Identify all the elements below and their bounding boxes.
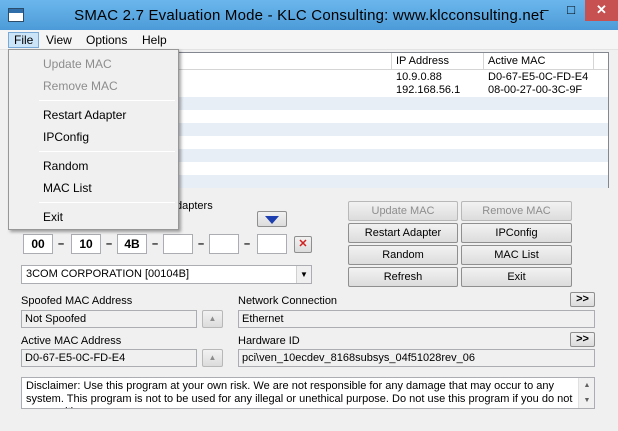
restart-adapter-button[interactable]: Restart Adapter — [348, 223, 458, 243]
menu-item-remove-mac: Remove MAC — [43, 79, 118, 93]
file-menu-dropdown: Update MAC Remove MAC Restart Adapter IP… — [8, 49, 179, 230]
menu-options[interactable]: Options — [81, 32, 132, 48]
spoofed-mac-field: Not Spoofed — [21, 310, 197, 328]
adapter-mac: 08-00-27-00-3C-9F — [488, 84, 583, 96]
mac-octet-2[interactable]: 10 — [71, 234, 101, 254]
close-button[interactable]: ✕ — [585, 0, 618, 21]
menu-item-random[interactable]: Random — [10, 156, 177, 176]
menu-item-mac-list[interactable]: MAC List — [10, 178, 177, 198]
triangle-up-icon: ▲ — [208, 353, 217, 362]
chevron-down-icon[interactable]: ▼ — [296, 266, 311, 283]
ipconfig-button[interactable]: IPConfig — [461, 223, 572, 243]
menu-item-ipconfig[interactable]: IPConfig — [10, 127, 177, 147]
menu-file[interactable]: File — [8, 32, 40, 48]
triangle-down-icon — [265, 216, 279, 224]
hardware-id-field: pci\ven_10ecdev_8168subsys_04f51028rev_0… — [238, 349, 595, 367]
hardware-id-label: Hardware ID — [238, 335, 300, 347]
col-header-ip[interactable]: IP Address — [392, 53, 484, 70]
octet-separator: – — [105, 238, 113, 250]
title-bar[interactable]: SMAC 2.7 Evaluation Mode - KLC Consultin… — [0, 0, 618, 30]
minimize-button[interactable]: – — [532, 0, 558, 21]
update-mac-button[interactable]: Update MAC — [348, 201, 458, 221]
mac-octet-4[interactable] — [163, 234, 193, 254]
octet-separator: – — [197, 238, 205, 250]
mac-octet-1[interactable]: 00 — [23, 234, 53, 254]
remove-mac-button[interactable]: Remove MAC — [461, 201, 572, 221]
disclaimer-scrollbar[interactable]: ▲ ▼ — [578, 378, 594, 408]
adapters-caption: dapters — [176, 200, 213, 212]
octet-separator: – — [57, 238, 65, 250]
disclaimer-text: Disclaimer: Use this program at your own… — [26, 380, 573, 408]
active-mac-field: D0-67-E5-0C-FD-E4 — [21, 349, 197, 367]
disclaimer-box[interactable]: Disclaimer: Use this program at your own… — [21, 377, 595, 409]
adapter-ip: 10.9.0.88 — [396, 71, 442, 83]
app-window: SMAC 2.7 Evaluation Mode - KLC Consultin… — [0, 0, 618, 431]
clear-mac-button[interactable]: ✕ — [294, 236, 312, 253]
spoofed-mac-up-button[interactable]: ▲ — [202, 310, 223, 328]
network-connection-label: Network Connection — [238, 295, 338, 307]
mac-octet-3[interactable]: 4B — [117, 234, 147, 254]
network-connection-expand-button[interactable]: >> — [570, 292, 595, 307]
menu-bar: File View Options Help — [0, 30, 618, 50]
mac-list-button[interactable]: MAC List — [461, 245, 572, 265]
menu-item-exit[interactable]: Exit — [10, 207, 177, 227]
menu-separator — [39, 151, 175, 152]
menu-item-update-mac: Update MAC — [43, 57, 112, 71]
refresh-button[interactable]: Refresh — [348, 267, 458, 287]
scroll-up-icon[interactable]: ▲ — [579, 378, 594, 393]
maximize-button[interactable]: □ — [558, 0, 584, 21]
spoofed-mac-label: Spoofed MAC Address — [21, 295, 133, 307]
network-connection-field: Ethernet — [238, 310, 595, 328]
octet-separator: – — [151, 238, 159, 250]
mac-octet-6[interactable] — [257, 234, 287, 254]
adapter-ip: 192.168.56.1 — [396, 84, 461, 96]
hardware-id-expand-button[interactable]: >> — [570, 332, 595, 347]
menu-help[interactable]: Help — [137, 32, 172, 48]
mac-vendor-toggle-button[interactable] — [257, 211, 287, 227]
active-mac-up-button[interactable]: ▲ — [202, 349, 223, 367]
mac-octet-5[interactable] — [209, 234, 239, 254]
vendor-select-value: 3COM CORPORATION [00104B] — [26, 268, 190, 280]
col-header-mac[interactable]: Active MAC — [484, 53, 594, 70]
triangle-up-icon: ▲ — [208, 314, 217, 323]
menu-view[interactable]: View — [41, 32, 77, 48]
exit-button[interactable]: Exit — [461, 267, 572, 287]
scroll-down-icon[interactable]: ▼ — [579, 393, 594, 408]
random-button[interactable]: Random — [348, 245, 458, 265]
octet-separator: – — [243, 238, 251, 250]
menu-item-restart-adapter[interactable]: Restart Adapter — [10, 105, 177, 125]
menu-separator — [39, 202, 175, 203]
active-mac-label: Active MAC Address — [21, 335, 122, 347]
window-title: SMAC 2.7 Evaluation Mode - KLC Consultin… — [74, 7, 544, 24]
adapter-mac: D0-67-E5-0C-FD-E4 — [488, 71, 589, 83]
menu-separator — [39, 100, 175, 101]
vendor-select[interactable]: 3COM CORPORATION [00104B] ▼ — [21, 265, 312, 284]
